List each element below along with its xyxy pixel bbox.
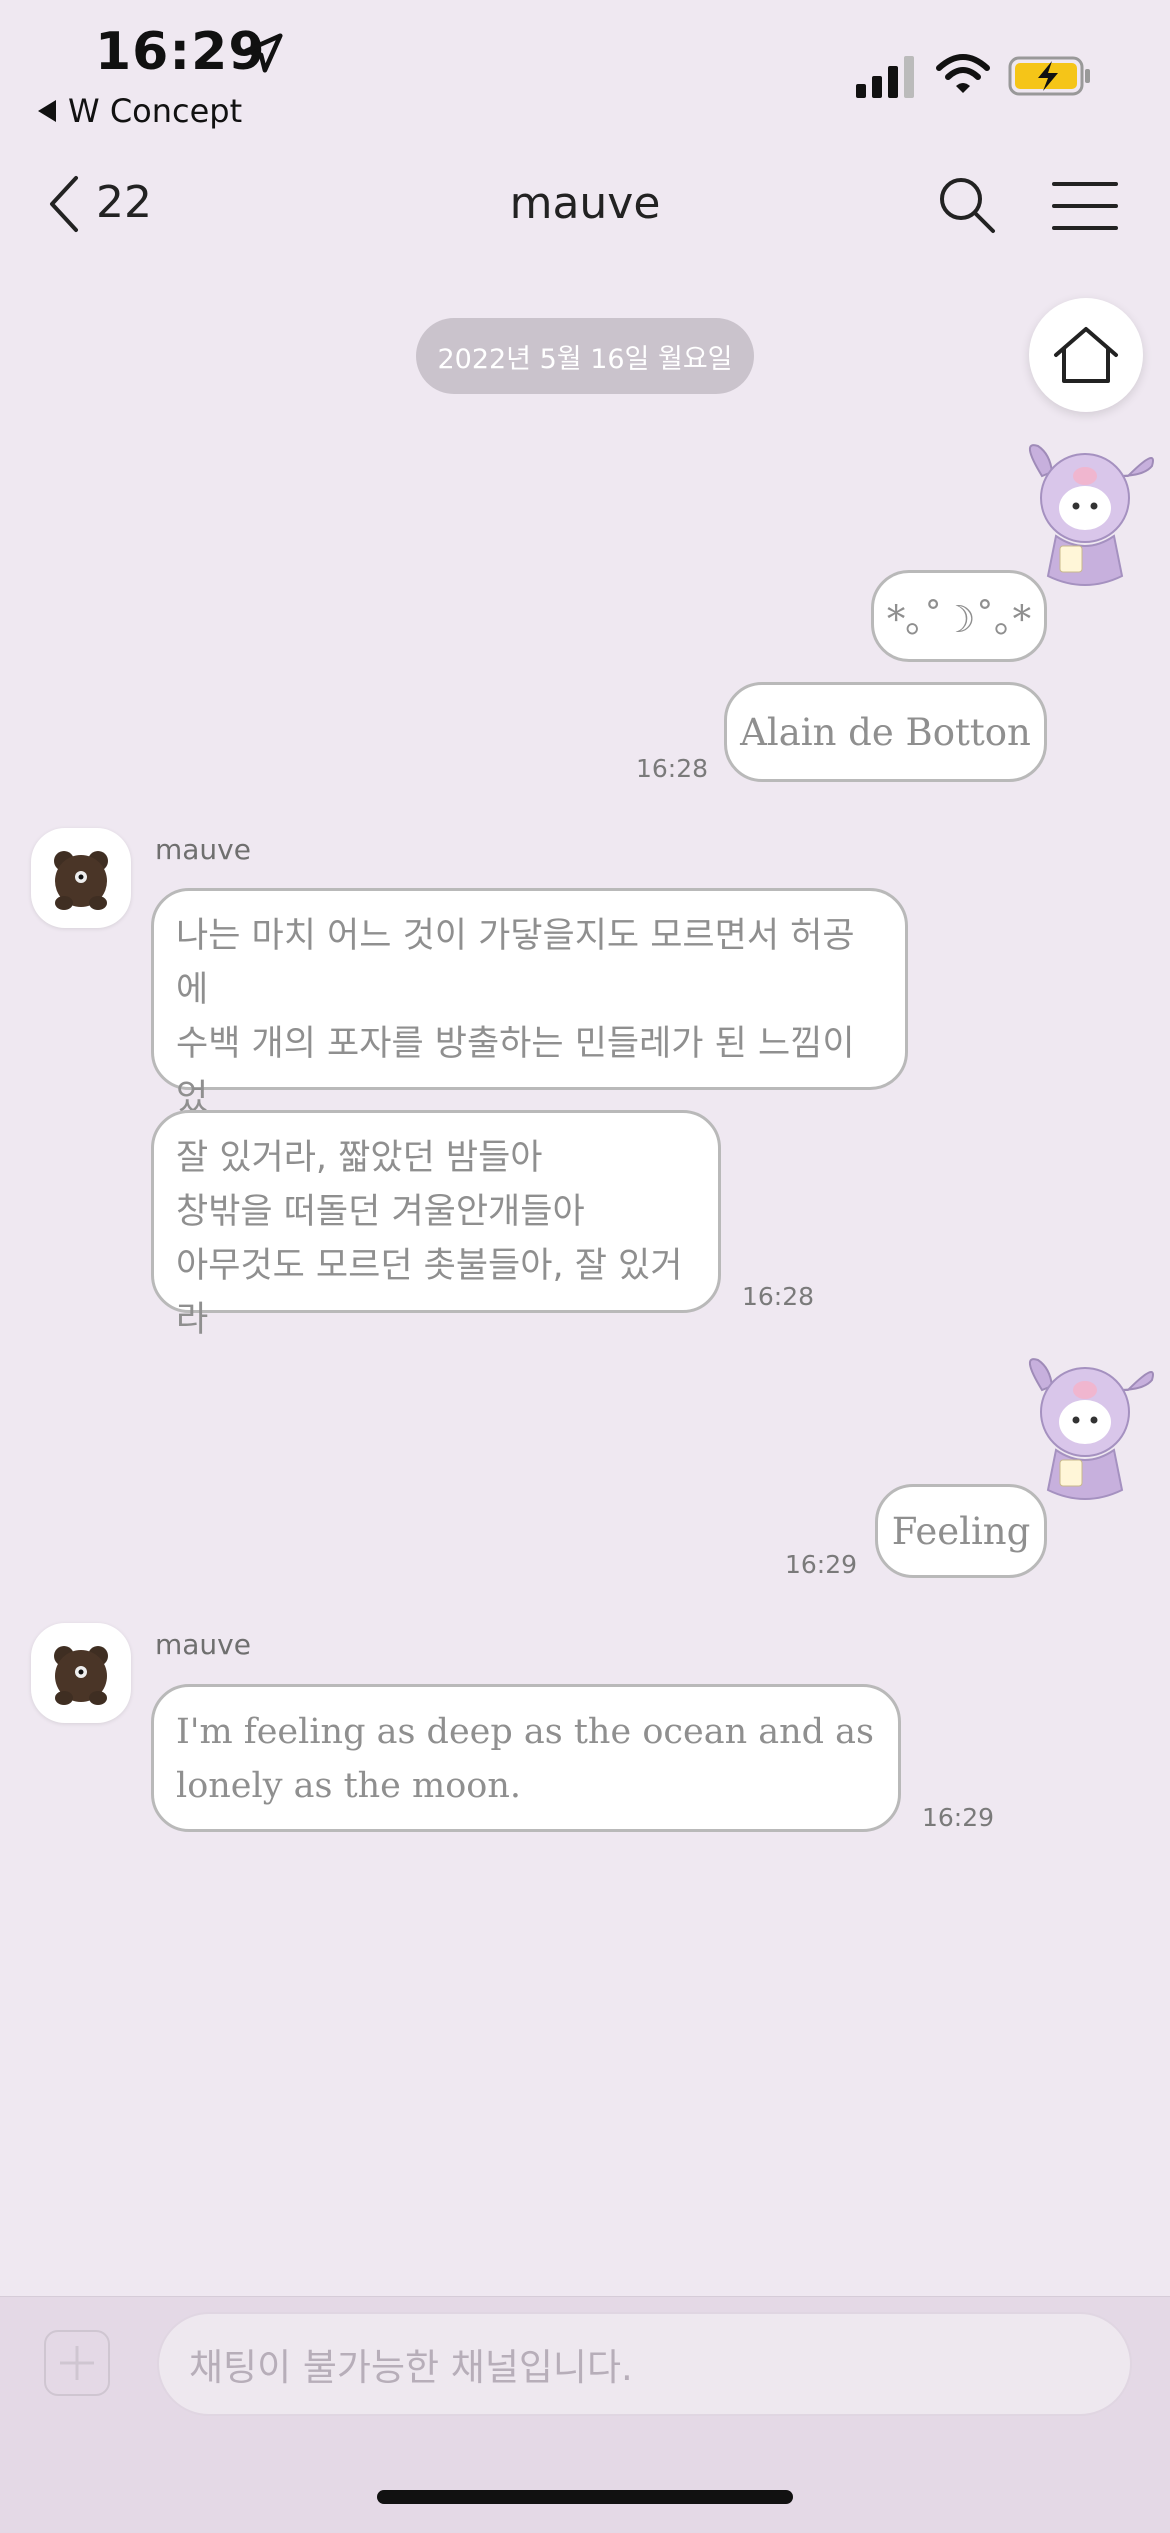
- battery-charging-icon: [1008, 56, 1090, 96]
- location-arrow-icon: [243, 33, 283, 73]
- message-input[interactable]: 채팅이 불가능한 채널입니다.: [157, 2312, 1132, 2416]
- kuromi-sticker[interactable]: [1010, 436, 1160, 596]
- sender-name: mauve: [155, 1628, 251, 1661]
- message-bubble-incoming[interactable]: I'm feeling as deep as the ocean and as …: [151, 1684, 901, 1832]
- bear-avatar-icon: [54, 1646, 108, 1705]
- sender-name: mauve: [155, 833, 251, 866]
- message-timestamp: 16:29: [922, 1803, 995, 1832]
- message-bubble-outgoing[interactable]: Alain de Botton: [724, 682, 1047, 782]
- kuromi-sticker[interactable]: [1010, 1350, 1160, 1510]
- back-to-app-button[interactable]: W Concept: [38, 92, 242, 130]
- home-icon: [1054, 327, 1118, 383]
- wifi-icon: [936, 54, 990, 93]
- back-app-label: W Concept: [68, 92, 243, 130]
- back-triangle-icon: [38, 100, 56, 122]
- message-timestamp: 16:29: [785, 1550, 858, 1579]
- signal-icon: [856, 56, 914, 98]
- menu-icon[interactable]: [1052, 180, 1118, 232]
- attach-button[interactable]: [44, 2330, 110, 2396]
- home-button[interactable]: [1029, 298, 1143, 412]
- message-timestamp: 16:28: [742, 1282, 815, 1311]
- message-bubble-outgoing[interactable]: *｡˚☽˚｡*: [871, 570, 1047, 662]
- date-separator: 2022년 5월 16일 월요일: [416, 318, 754, 394]
- message-bubble-incoming[interactable]: 나는 마치 어느 것이 가닿을지도 모르면서 허공에 수백 개의 포자를 방출하…: [151, 888, 908, 1172]
- bear-avatar-icon: [54, 851, 108, 910]
- avatar[interactable]: [31, 1623, 131, 1723]
- message-timestamp: 16:28: [636, 754, 709, 783]
- message-bubble-incoming[interactable]: 잘 있거라, 짧았던 밤들아 창밖을 떠돌던 겨울안개들아 아무것도 모르던 촛…: [151, 1110, 721, 1340]
- home-indicator[interactable]: [377, 2490, 793, 2504]
- message-bubble-outgoing[interactable]: Feeling: [875, 1484, 1047, 1578]
- avatar[interactable]: [31, 828, 131, 928]
- search-icon[interactable]: [936, 174, 998, 236]
- plus-icon: [60, 2346, 94, 2380]
